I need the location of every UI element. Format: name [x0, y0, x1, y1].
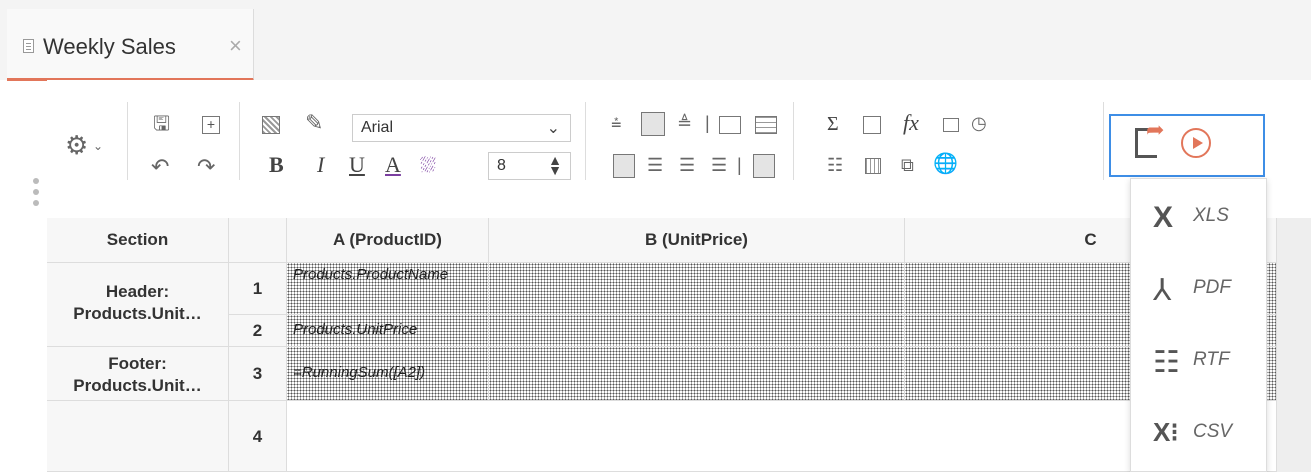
cell-b3[interactable] [489, 347, 905, 401]
align-center-icon[interactable]: ☰ [647, 156, 663, 174]
save-icon[interactable]: 🖫 [153, 114, 170, 134]
chevron-down-icon[interactable]: ⌄ [93, 140, 103, 152]
align-top-icon[interactable]: ⩮ [611, 114, 622, 132]
font-color-button[interactable]: A [385, 154, 401, 176]
redo-icon[interactable]: ↷ [197, 156, 215, 178]
cell-a1[interactable]: Products.ProductName [287, 263, 489, 315]
cell-b2[interactable] [489, 315, 905, 347]
wrap-text-icon[interactable] [753, 154, 775, 178]
document-icon [23, 39, 34, 53]
chart-icon[interactable] [943, 118, 959, 132]
table-grid-icon[interactable] [755, 116, 777, 134]
separator [239, 102, 240, 180]
undo-icon[interactable]: ↶ [151, 156, 169, 178]
bold-button[interactable]: B [269, 154, 284, 176]
brush-icon[interactable]: ✎ [305, 112, 323, 134]
image-icon[interactable] [863, 116, 881, 134]
gauge-icon[interactable]: ◷ [971, 114, 987, 132]
settings-gear-icon[interactable]: ⚙ [65, 132, 88, 158]
tab-weekly-sales[interactable]: Weekly Sales × [7, 9, 254, 81]
italic-button[interactable]: I [317, 154, 324, 176]
font-family-value: Arial [361, 119, 394, 136]
sum-icon[interactable]: Σ [827, 114, 839, 134]
copy-icon[interactable]: ⧉ [901, 156, 914, 174]
export-xls-label: XLS [1193, 205, 1229, 226]
column-header-section: Section [47, 218, 229, 263]
font-size-value: 8 [497, 157, 506, 174]
rtf-icon: ☷ [1153, 346, 1180, 379]
separator [585, 102, 586, 180]
section-empty [47, 401, 229, 472]
align-left-icon[interactable] [613, 154, 635, 178]
export-icon[interactable] [1135, 117, 1164, 158]
section-footer[interactable]: Footer: Products.Unit… [47, 347, 229, 401]
grid-icon[interactable] [865, 158, 881, 174]
function-icon[interactable]: fx [903, 112, 919, 134]
row-number: 1 [229, 263, 287, 315]
spinner-icon[interactable]: ▲ ▼ [548, 153, 562, 177]
separator [1103, 102, 1104, 180]
drag-handle-icon[interactable] [33, 178, 41, 218]
table-border-icon[interactable] [719, 116, 741, 134]
export-pdf-label: PDF [1193, 277, 1231, 298]
export-preview-group [1109, 114, 1265, 177]
cell-b1[interactable] [489, 263, 905, 315]
font-size-input[interactable]: 8 ▲ ▼ [488, 152, 571, 180]
section-header[interactable]: Header: Products.Unit… [47, 263, 229, 347]
chevron-down-icon: ⌄ [546, 120, 560, 137]
justify-icon[interactable]: ☰ [711, 156, 727, 174]
cell-a3[interactable]: =RunningSum([A2]) [287, 347, 489, 401]
column-header-a[interactable]: A (ProductID) [287, 218, 489, 263]
background-pattern-icon[interactable] [262, 116, 280, 134]
preview-play-icon[interactable] [1181, 128, 1211, 158]
export-rtf-label: RTF [1193, 349, 1230, 370]
tab-label: Weekly Sales [43, 34, 176, 59]
export-pdf-item[interactable]: ⅄ PDF [1131, 251, 1268, 323]
separator [127, 102, 128, 180]
align-middle-icon[interactable] [641, 112, 665, 136]
toolbar: ⚙ ⌄ 🖫 + ↶ ↷ ✎ Arial ⌄ B I U A ⛆ 8 ▲ ▼ ⩮ ≜… [47, 80, 1311, 218]
export-rtf-item[interactable]: ☷ RTF [1131, 323, 1268, 395]
list-icon[interactable]: ☷ [827, 156, 843, 174]
export-csv-label: CSV [1193, 421, 1233, 442]
underline-button[interactable]: U [349, 154, 365, 176]
cell-row4[interactable] [287, 401, 1277, 472]
csv-icon: X⁝ [1153, 417, 1179, 447]
pdf-icon: ⅄ [1153, 274, 1172, 307]
align-right-icon[interactable]: ☰ [679, 156, 695, 174]
add-icon[interactable]: + [202, 116, 220, 134]
globe-icon[interactable]: 🌐 [933, 154, 958, 174]
report-grid: Section A (ProductID) B (UnitPrice) C He… [47, 218, 1311, 472]
export-csv-item[interactable]: X⁝ CSV [1131, 395, 1268, 467]
xls-icon: X [1153, 201, 1174, 234]
row-number: 3 [229, 347, 287, 401]
export-xls-item[interactable]: X XLS [1131, 179, 1268, 251]
pipe-divider-icon: | [737, 155, 742, 175]
align-bottom-icon[interactable]: ≜ [677, 114, 692, 132]
row-number: 2 [229, 315, 287, 347]
separator [793, 102, 794, 180]
font-family-select[interactable]: Arial ⌄ [352, 114, 571, 142]
column-header-rownum [229, 218, 287, 263]
cell-a2[interactable]: Products.UnitPrice [287, 315, 489, 347]
close-icon[interactable]: × [229, 33, 242, 59]
column-header-b[interactable]: B (UnitPrice) [489, 218, 905, 263]
row-number: 4 [229, 401, 287, 472]
export-dropdown: X XLS ⅄ PDF ☷ RTF X⁝ CSV [1130, 178, 1267, 472]
tab-bar: Weekly Sales × [0, 0, 1311, 81]
fill-color-icon[interactable]: ⛆ [420, 156, 436, 176]
pipe-divider-icon: | [705, 113, 710, 133]
